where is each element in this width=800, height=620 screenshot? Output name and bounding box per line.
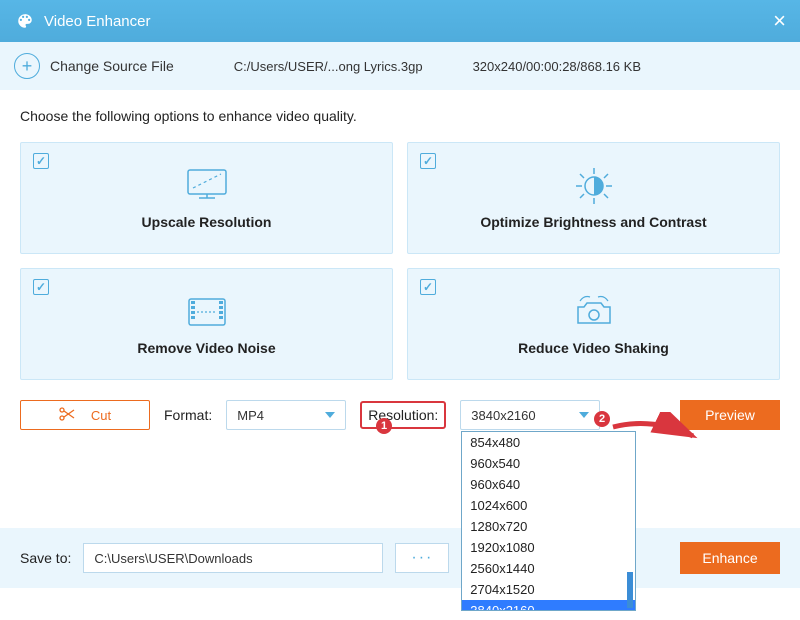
tile-reduce-shaking[interactable]: Reduce Video Shaking [407, 268, 780, 380]
save-path-input[interactable]: C:\Users\USER\Downloads [83, 543, 383, 573]
resolution-dropdown[interactable]: 3840x2160 854x480960x540960x6401024x6001… [460, 400, 600, 430]
resolution-value: 3840x2160 [471, 408, 535, 423]
source-path: C:/Users/USER/...ong Lyrics.3gp [234, 59, 423, 74]
tile-label: Optimize Brightness and Contrast [480, 214, 706, 230]
save-path-value: C:\Users\USER\Downloads [94, 551, 252, 566]
chevron-down-icon [325, 412, 335, 418]
format-value: MP4 [237, 408, 264, 423]
resolution-option[interactable]: 2704x1520 [462, 579, 635, 600]
resolution-options-list[interactable]: 854x480960x540960x6401024x6001280x720192… [461, 431, 636, 611]
instruction-text: Choose the following options to enhance … [20, 108, 780, 124]
resolution-option[interactable]: 3840x2160 [462, 600, 635, 611]
resolution-option[interactable]: 1280x720 [462, 516, 635, 537]
scissors-icon [59, 407, 75, 424]
monitor-icon [185, 166, 229, 206]
annotation-arrow-icon [608, 412, 708, 452]
annotation-badge-2: 2 [594, 411, 610, 427]
palette-icon [14, 10, 36, 32]
annotation-badge-1: 1 [376, 418, 392, 434]
change-source-button[interactable]: + [14, 53, 40, 79]
close-icon[interactable]: × [773, 8, 786, 34]
browse-button[interactable]: ··· [395, 543, 449, 573]
source-bar: + Change Source File C:/Users/USER/...on… [0, 42, 800, 90]
resolution-option[interactable]: 960x540 [462, 453, 635, 474]
format-label: Format: [164, 407, 212, 423]
tile-optimize-brightness[interactable]: Optimize Brightness and Contrast [407, 142, 780, 254]
save-to-label: Save to: [20, 550, 71, 566]
resolution-option[interactable]: 2560x1440 [462, 558, 635, 579]
tile-label: Reduce Video Shaking [518, 340, 669, 356]
resolution-label-highlight: Resolution: [360, 401, 446, 429]
filmstrip-icon [183, 292, 231, 332]
source-info: 320x240/00:00:28/868.16 KB [473, 59, 641, 74]
camera-shake-icon [570, 292, 618, 332]
resolution-option[interactable]: 1024x600 [462, 495, 635, 516]
checkbox-checked-icon[interactable] [33, 153, 49, 169]
format-dropdown[interactable]: MP4 [226, 400, 346, 430]
titlebar: Video Enhancer × [0, 0, 800, 42]
chevron-down-icon [579, 412, 589, 418]
tile-upscale-resolution[interactable]: Upscale Resolution [20, 142, 393, 254]
checkbox-checked-icon[interactable] [33, 279, 49, 295]
resolution-option[interactable]: 960x640 [462, 474, 635, 495]
cut-button[interactable]: Cut [20, 400, 150, 430]
tile-label: Remove Video Noise [137, 340, 275, 356]
checkbox-checked-icon[interactable] [420, 153, 436, 169]
save-bar: Save to: C:\Users\USER\Downloads ··· Enh… [0, 528, 800, 588]
cut-label: Cut [91, 408, 111, 423]
tile-remove-noise[interactable]: Remove Video Noise [20, 268, 393, 380]
brightness-icon [572, 166, 616, 206]
change-source-label[interactable]: Change Source File [50, 58, 174, 74]
scrollbar-thumb[interactable] [627, 572, 633, 608]
enhance-button[interactable]: Enhance [680, 542, 780, 574]
options-grid: Upscale Resolution Optimize Brightness a… [20, 142, 780, 380]
app-title: Video Enhancer [44, 13, 150, 30]
tile-label: Upscale Resolution [142, 214, 272, 230]
resolution-option[interactable]: 1920x1080 [462, 537, 635, 558]
checkbox-checked-icon[interactable] [420, 279, 436, 295]
